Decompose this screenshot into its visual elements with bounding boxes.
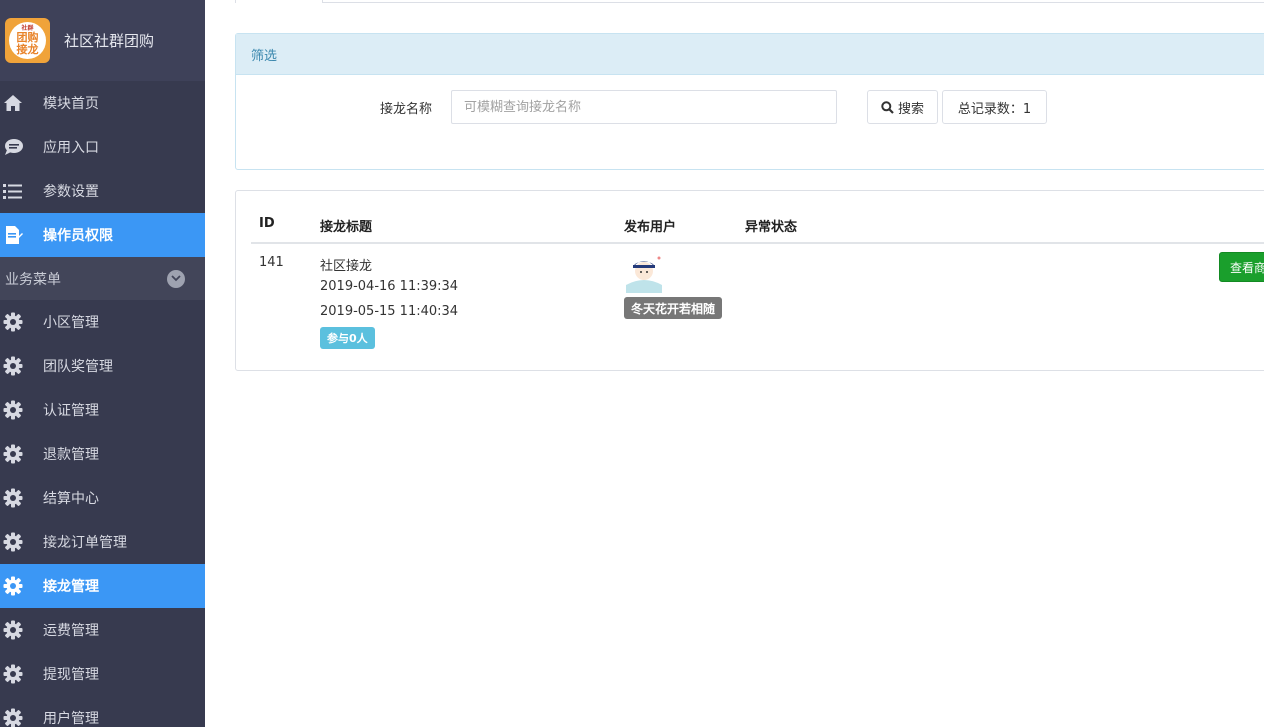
sidebar-item-1[interactable]: 小区管理 xyxy=(0,300,205,344)
gear-icon xyxy=(0,476,26,520)
table-header-divider xyxy=(251,242,1264,244)
tab-bar-divider xyxy=(322,2,1264,3)
view-products-button[interactable]: 查看商品 xyxy=(1219,252,1264,282)
section-title: 业务菜单 xyxy=(5,271,61,288)
sidebar-item-5[interactable]: 结算中心 xyxy=(0,476,205,520)
sidebar-item-label: 参数设置 xyxy=(43,184,99,200)
gear-icon xyxy=(0,344,26,388)
sidebar-item-4[interactable]: 退款管理 xyxy=(0,432,205,476)
app-title: 社区社群团购 xyxy=(64,32,155,50)
row-id: 141 xyxy=(259,255,284,270)
row-start-time: 2019-04-16 11:39:34 xyxy=(320,279,459,294)
filter-panel: 筛选 接龙名称 搜索 总记录数：1 xyxy=(235,33,1264,170)
gear-icon xyxy=(0,696,26,727)
gear-icon xyxy=(0,388,26,432)
publisher-user-badge: 冬天花开若相随 xyxy=(624,297,723,319)
filter-panel-title: 筛选 xyxy=(236,34,1264,75)
document-edit-icon xyxy=(0,213,26,257)
sidebar-item-label: 团队奖管理 xyxy=(43,359,113,375)
sidebar-item-3[interactable]: 认证管理 xyxy=(0,388,205,432)
sidebar-item-2[interactable]: 团队奖管理 xyxy=(0,344,205,388)
column-header-status: 异常状态 xyxy=(745,220,798,235)
sidebar: 社群 团购 接龙 社区社群团购 模块首页 应用入口 参数设置 操作员权限 业务菜… xyxy=(0,0,205,727)
sidebar-item-label: 用户管理 xyxy=(43,711,99,727)
column-header-title: 接龙标题 xyxy=(320,220,373,235)
main-content: 筛选 接龙名称 搜索 总记录数：1 ID 接龙标题 发布用户 异常状态 141 … xyxy=(205,0,1264,727)
search-button[interactable]: 搜索 xyxy=(867,90,938,124)
chat-icon xyxy=(0,125,26,169)
row-end-time: 2019-05-15 11:40:34 xyxy=(320,304,459,319)
sidebar-item-operator-permissions[interactable]: 操作员权限 xyxy=(0,213,205,257)
sidebar-item-label: 结算中心 xyxy=(43,491,99,507)
list-icon xyxy=(0,169,26,213)
participants-badge: 参与0人 xyxy=(320,327,375,349)
sidebar-item-6[interactable]: 接龙订单管理 xyxy=(0,520,205,564)
column-header-id: ID xyxy=(259,216,275,231)
column-header-user: 发布用户 xyxy=(624,220,677,235)
sidebar-item-label: 退款管理 xyxy=(43,447,99,463)
home-icon xyxy=(0,81,26,125)
gear-icon xyxy=(0,608,26,652)
avatar xyxy=(624,253,664,293)
app-logo: 社群 团购 接龙 xyxy=(5,18,50,63)
sidebar-item-app-entry[interactable]: 应用入口 xyxy=(0,125,205,169)
row-title: 社区接龙 xyxy=(320,259,373,274)
gear-icon xyxy=(0,432,26,476)
sidebar-item-parameter-settings[interactable]: 参数设置 xyxy=(0,169,205,213)
gear-icon xyxy=(0,564,26,608)
search-icon xyxy=(881,100,894,114)
gear-icon xyxy=(0,652,26,696)
record-count: 总记录数：1 xyxy=(942,90,1047,124)
sidebar-item-label: 小区管理 xyxy=(43,315,99,331)
sidebar-item-label: 提现管理 xyxy=(43,667,99,683)
top-tab[interactable] xyxy=(235,0,323,3)
name-search-input[interactable] xyxy=(451,90,837,124)
sidebar-item-label: 模块首页 xyxy=(43,96,99,112)
sidebar-item-7[interactable]: 接龙管理 xyxy=(0,564,205,608)
chevron-down-icon[interactable] xyxy=(167,269,185,288)
sidebar-item-label: 操作员权限 xyxy=(43,228,113,244)
gear-icon xyxy=(0,520,26,564)
sidebar-item-label: 应用入口 xyxy=(43,140,99,156)
gear-icon xyxy=(0,300,26,344)
sidebar-item-label: 认证管理 xyxy=(43,403,99,419)
sidebar-item-10[interactable]: 用户管理 xyxy=(0,696,205,727)
brand-header: 社群 团购 接龙 社区社群团购 xyxy=(0,0,205,81)
sidebar-item-label: 接龙管理 xyxy=(43,579,99,595)
sidebar-item-label: 运费管理 xyxy=(43,623,99,639)
business-menu-header[interactable]: 业务菜单 xyxy=(0,257,205,300)
name-filter-label: 接龙名称 xyxy=(380,102,433,117)
sidebar-item-9[interactable]: 提现管理 xyxy=(0,652,205,696)
sidebar-item-8[interactable]: 运费管理 xyxy=(0,608,205,652)
sidebar-item-module-home[interactable]: 模块首页 xyxy=(0,81,205,125)
list-panel: ID 接龙标题 发布用户 异常状态 141 社区接龙 2019-04-16 11… xyxy=(235,190,1264,371)
search-button-label: 搜索 xyxy=(897,101,924,117)
sidebar-item-label: 接龙订单管理 xyxy=(43,535,127,551)
